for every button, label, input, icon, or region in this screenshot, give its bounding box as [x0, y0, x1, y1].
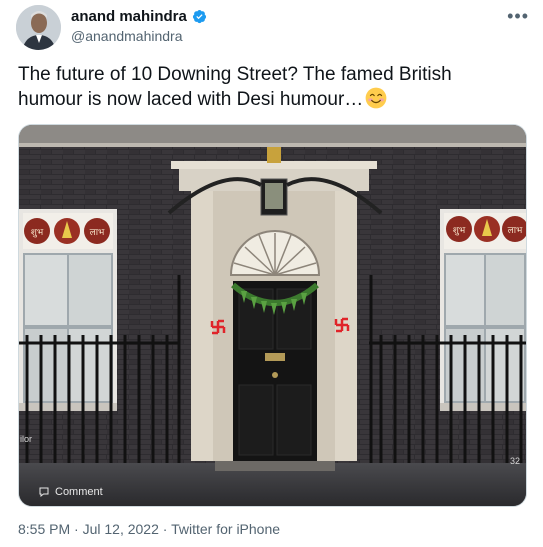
- tweet-date[interactable]: Jul 12, 2022: [83, 521, 159, 537]
- meta-separator-1: ·: [70, 521, 83, 537]
- tweet-source: Twitter for iPhone: [171, 521, 281, 537]
- tweet-meta: 8:55 PM · Jul 12, 2022 · Twitter for iPh…: [18, 521, 280, 537]
- more-options-icon[interactable]: •••: [507, 6, 529, 27]
- sign-right-2: लाभ: [508, 226, 523, 236]
- author-name-row[interactable]: anand mahindra: [71, 8, 207, 25]
- tweet-time[interactable]: 8:55 PM: [18, 521, 70, 537]
- photo-number: 32: [510, 456, 521, 466]
- smiling-face-icon: [365, 87, 387, 109]
- verified-badge-icon: [192, 9, 206, 24]
- sign-left-1: शुभ: [31, 228, 44, 238]
- comment-button[interactable]: Comment: [38, 486, 103, 498]
- tweet-text: The future of 10 Downing Street? The fam…: [18, 62, 518, 112]
- author-name[interactable]: anand mahindra: [71, 8, 187, 25]
- sign-right-1: शुभ: [453, 226, 466, 236]
- photo-side-text: ilor: [20, 434, 33, 444]
- meta-separator-2: ·: [158, 521, 172, 537]
- avatar[interactable]: [16, 5, 61, 50]
- door-surround: [167, 147, 383, 463]
- downing-street-photo: शुभ लाभ शुभ लाभ: [19, 125, 526, 506]
- author-handle[interactable]: @anandmahindra: [71, 28, 183, 44]
- tweet-card: anand mahindra @anandmahindra ••• The fu…: [0, 0, 543, 547]
- right-window: शुभ लाभ: [440, 209, 526, 411]
- comment-label: Comment: [55, 486, 103, 498]
- sign-left-2: लाभ: [90, 228, 105, 238]
- comment-icon: [39, 487, 49, 498]
- tweet-photo[interactable]: शुभ लाभ शुभ लाभ: [18, 124, 527, 507]
